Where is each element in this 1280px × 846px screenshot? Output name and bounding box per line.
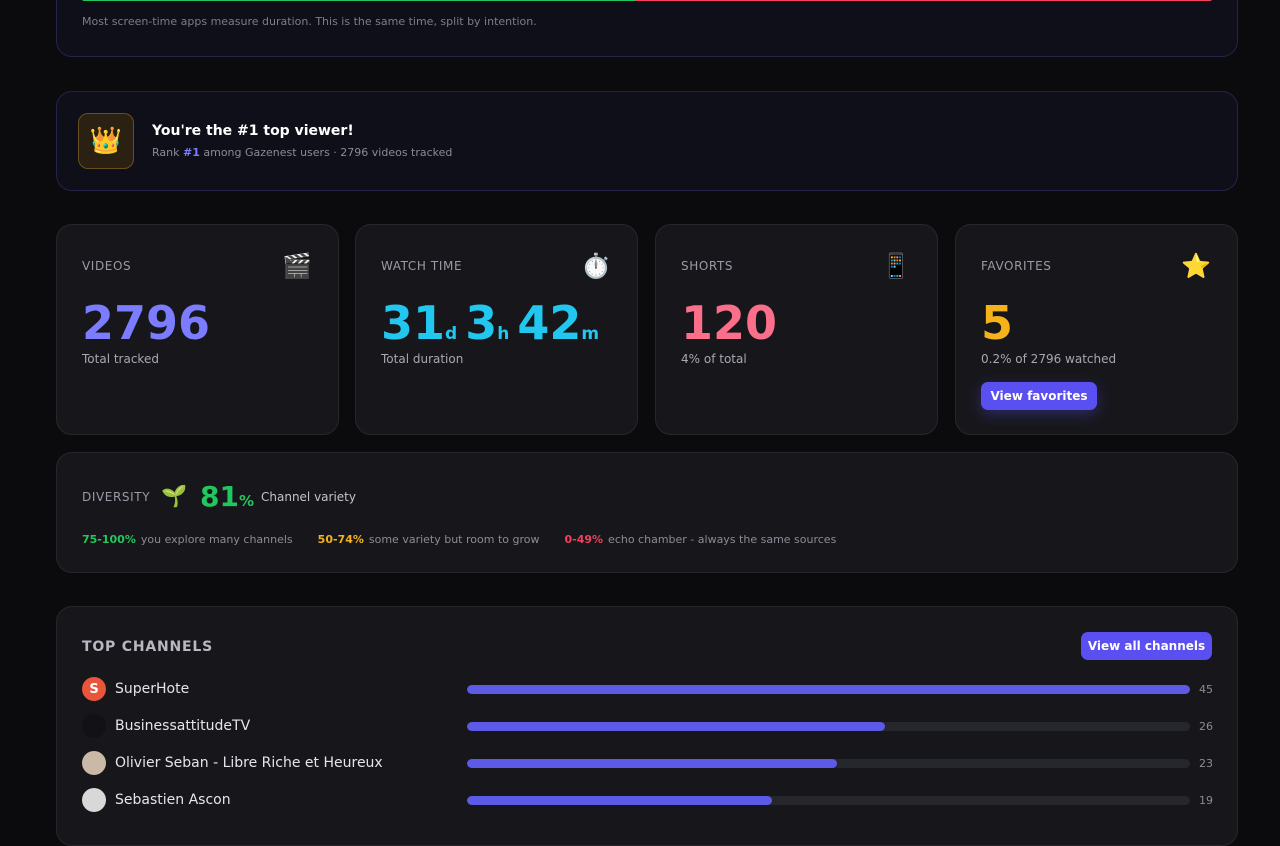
channel-count: 23 xyxy=(1199,757,1213,770)
diversity-caption: Channel variety xyxy=(261,490,356,504)
channel-bar-fill xyxy=(467,685,1190,694)
videos-stat-card: VIDEOS 🎬 2796 Total tracked xyxy=(56,224,339,435)
videos-sub: Total tracked xyxy=(82,352,159,366)
favorites-sub: 0.2% of 2796 watched xyxy=(981,352,1117,366)
channel-row[interactable]: Olivier Seban - Libre Riche et Heureux 2… xyxy=(82,751,1214,777)
view-all-channels-button[interactable]: View all channels xyxy=(1081,632,1212,660)
watch-time-stat-card: WATCH TIME ⏱️ 31d 3h 42m Total duration xyxy=(355,224,638,435)
channel-name: Olivier Seban - Libre Riche et Heureux xyxy=(115,755,383,771)
diversity-label: DIVERSITY xyxy=(82,490,151,504)
videos-value: 2796 xyxy=(82,296,211,350)
avatar xyxy=(82,714,106,738)
avatar xyxy=(82,751,106,775)
rank-value: #1 xyxy=(182,146,200,159)
top-channels-title: TOP CHANNELS xyxy=(82,639,214,655)
diversity-value: 81% xyxy=(200,480,254,513)
channel-bar-fill xyxy=(467,759,837,768)
legend-item-high: 75-100% you explore many channels xyxy=(82,533,293,546)
top-channels-card: TOP CHANNELS View all channels S SuperHo… xyxy=(56,606,1238,846)
intention-bar-segment-good xyxy=(82,0,636,1)
avatar xyxy=(82,788,106,812)
diversity-unit: % xyxy=(238,492,254,510)
diversity-legend: 75-100% you explore many channels 50-74% s… xyxy=(82,533,836,546)
watch-days: 31 xyxy=(381,296,446,350)
rank-title: You're the #1 top viewer! xyxy=(152,123,354,139)
shorts-value: 120 xyxy=(681,296,778,350)
channel-bar-track xyxy=(467,722,1190,731)
watch-hours: 3 xyxy=(465,296,498,350)
favorites-stat-card: FAVORITES ⭐ 5 0.2% of 2796 watched View … xyxy=(955,224,1238,435)
intention-split-bar xyxy=(82,0,1212,1)
favorites-value: 5 xyxy=(981,296,1014,350)
seedling-icon: 🌱 xyxy=(161,484,188,508)
intention-bar-segment-bad xyxy=(635,0,1212,1)
channel-count: 26 xyxy=(1199,720,1213,733)
view-favorites-button[interactable]: View favorites xyxy=(981,382,1097,410)
rank-subtitle: Rank #1 among Gazenest users · 2796 vide… xyxy=(152,146,452,159)
diversity-number: 81 xyxy=(200,480,239,513)
channel-name: Sebastien Ascon xyxy=(115,792,231,808)
watch-days-unit: d xyxy=(445,324,458,344)
rank-prefix: Rank xyxy=(152,146,180,159)
intention-card: Most screen-time apps measure duration. … xyxy=(56,0,1238,57)
legend-item-low: 0-49% echo chamber - always the same sour… xyxy=(564,533,836,546)
channel-count: 19 xyxy=(1199,794,1213,807)
star-icon: ⭐ xyxy=(1181,252,1211,280)
legend-range-low: 0-49% xyxy=(564,533,604,546)
channel-row[interactable]: S SuperHote 45 xyxy=(82,677,1214,703)
watch-minutes: 42 xyxy=(517,296,582,350)
clapper-icon: 🎬 xyxy=(282,252,312,280)
legend-range-high: 75-100% xyxy=(82,533,136,546)
intention-note: Most screen-time apps measure duration. … xyxy=(82,15,537,28)
phone-icon: 📱 xyxy=(881,252,911,280)
channel-name: SuperHote xyxy=(115,681,190,697)
rank-suffix: among Gazenest users · 2796 videos track… xyxy=(203,146,453,159)
watch-hours-unit: h xyxy=(497,324,510,344)
avatar: S xyxy=(82,677,106,701)
legend-range-mid: 50-74% xyxy=(317,533,364,546)
stopwatch-icon: ⏱️ xyxy=(581,252,611,280)
rank-card: 👑 You're the #1 top viewer! Rank #1 amon… xyxy=(56,91,1238,191)
channel-bar-track xyxy=(467,759,1190,768)
watch-minutes-unit: m xyxy=(581,324,600,344)
favorites-label: FAVORITES xyxy=(981,259,1052,273)
channel-bar-fill xyxy=(467,722,885,731)
legend-text-mid: some variety but room to grow xyxy=(368,533,540,546)
shorts-sub: 4% of total xyxy=(681,352,747,366)
videos-label: VIDEOS xyxy=(82,259,132,273)
channel-count: 45 xyxy=(1199,683,1213,696)
crown-icon: 👑 xyxy=(78,113,134,169)
channel-name: BusinessattitudeTV xyxy=(115,718,251,734)
channel-bar-fill xyxy=(467,796,773,805)
legend-item-mid: 50-74% some variety but room to grow xyxy=(318,533,540,546)
channel-row[interactable]: Sebastien Ascon 19 xyxy=(82,788,1214,814)
channel-bar-track xyxy=(467,685,1190,694)
channel-bar-track xyxy=(467,796,1190,805)
legend-text-high: you explore many channels xyxy=(140,533,293,546)
shorts-label: SHORTS xyxy=(681,259,734,273)
shorts-stat-card: SHORTS 📱 120 4% of total xyxy=(655,224,938,435)
diversity-card: DIVERSITY 🌱 81% Channel variety 75-100% y… xyxy=(56,452,1238,573)
channel-row[interactable]: BusinessattitudeTV 26 xyxy=(82,714,1214,740)
watch-time-sub: Total duration xyxy=(381,352,464,366)
watch-time-label: WATCH TIME xyxy=(381,259,463,273)
legend-text-low: echo chamber - always the same sources xyxy=(608,533,837,546)
